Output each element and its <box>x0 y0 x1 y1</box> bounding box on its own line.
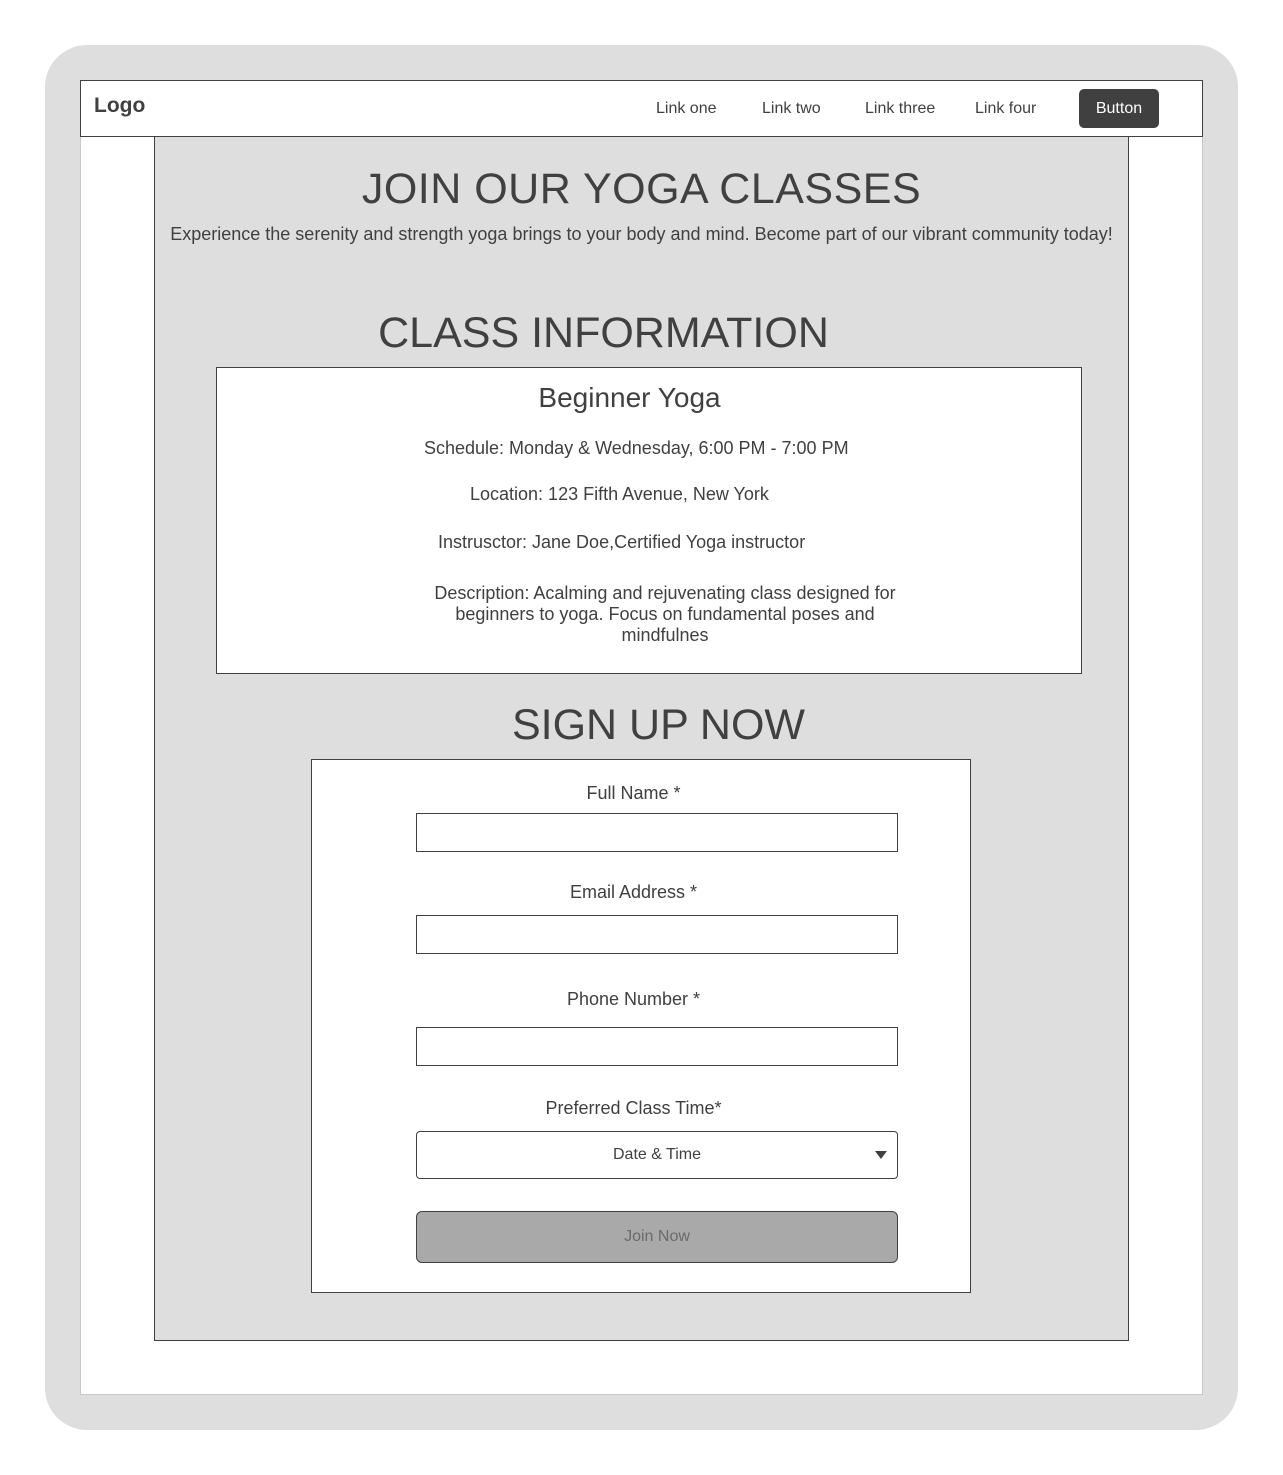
nav-link-four[interactable]: Link four <box>975 100 1036 118</box>
email-input[interactable] <box>416 915 898 954</box>
nav-link-three[interactable]: Link three <box>865 100 935 118</box>
class-description: Description: Acalming and rejuvenating c… <box>434 583 896 645</box>
hero-title: JOIN OUR YOGA CLASSES <box>361 165 922 213</box>
nav-link-one[interactable]: Link one <box>656 100 717 118</box>
class-name: Beginner Yoga <box>538 382 721 413</box>
class-schedule: Schedule: Monday & Wednesday, 6:00 PM - … <box>424 438 849 458</box>
signup-form: Full Name * Email Address * Phone Number… <box>311 759 971 1293</box>
main-content: JOIN OUR YOGA CLASSES Experience the ser… <box>154 136 1129 1341</box>
class-time-value: Date & Time <box>612 1146 702 1163</box>
join-now-button[interactable]: Join Now <box>416 1211 898 1263</box>
nav-button[interactable]: Button <box>1079 89 1159 128</box>
email-label: Email Address * <box>569 882 698 902</box>
class-location: Location: 123 Fifth Avenue, New York <box>470 484 769 504</box>
nav-link-two[interactable]: Link two <box>762 100 821 118</box>
class-info-heading: CLASS INFORMATION <box>378 309 829 357</box>
class-instructor: Instrusctor: Jane Doe,Certified Yoga ins… <box>438 532 806 552</box>
class-info-card: Beginner Yoga Schedule: Monday & Wednesd… <box>216 367 1082 674</box>
chevron-down-icon <box>875 1151 887 1159</box>
top-navbar: Logo Link one Link two Link three Link f… <box>80 80 1203 137</box>
full-name-label: Full Name * <box>586 783 681 803</box>
class-time-label: Preferred Class Time* <box>545 1098 722 1118</box>
full-name-input[interactable] <box>416 813 898 852</box>
logo: Logo <box>94 94 146 117</box>
phone-label: Phone Number * <box>566 989 701 1009</box>
signup-heading: SIGN UP NOW <box>511 701 806 749</box>
hero-subtitle: Experience the serenity and strength yog… <box>170 224 1113 244</box>
class-time-select[interactable]: Date & Time <box>416 1131 898 1179</box>
phone-input[interactable] <box>416 1027 898 1066</box>
